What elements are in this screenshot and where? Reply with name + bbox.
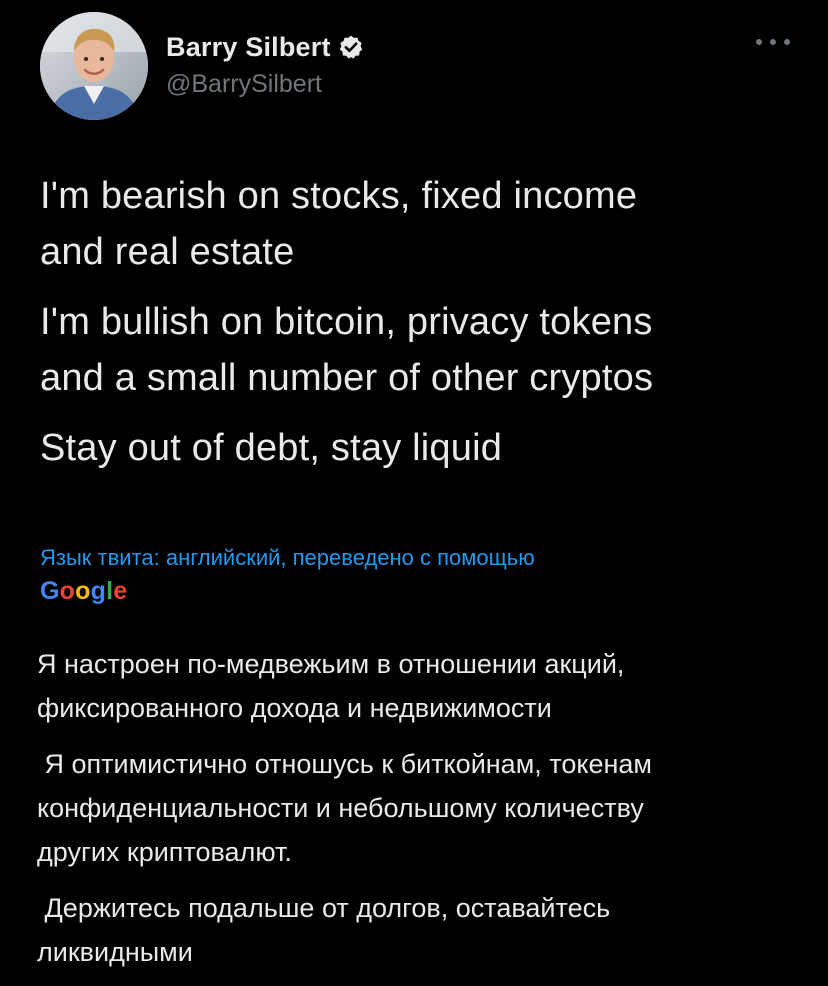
handle[interactable]: @BarrySilbert (166, 70, 364, 99)
google-logo-letter: G (40, 577, 60, 605)
more-dot (770, 39, 776, 45)
tweet-paragraph: I'm bearish on stocks, fixed income and … (40, 175, 638, 273)
google-logo-letter: o (75, 577, 91, 605)
author-names: Barry Silbert @BarrySilbert (166, 30, 364, 99)
profile-photo-icon (40, 12, 148, 120)
google-logo-letter: e (113, 577, 128, 605)
avatar[interactable] (40, 12, 148, 120)
translated-text: Я настроен по-медвежьим в отношении акци… (37, 642, 797, 986)
display-name[interactable]: Barry Silbert (166, 32, 331, 63)
tweet-paragraph: I'm bullish on bitcoin, privacy tokens a… (40, 301, 654, 399)
tweet-header: Barry Silbert @BarrySilbert (40, 12, 790, 122)
google-logo-letter: g (90, 577, 107, 605)
more-options-icon[interactable] (756, 34, 790, 50)
display-name-row: Barry Silbert (166, 30, 364, 64)
tweet-text: I'm bearish on stocks, fixed income and … (40, 168, 800, 490)
verified-badge-icon (338, 34, 364, 60)
translation-note[interactable]: Язык твита: английский, переведено с пом… (40, 544, 800, 606)
translated-paragraph: Держитесь подальше от долгов, оставайтес… (37, 893, 611, 967)
translation-label[interactable]: Язык твита: английский, переведено с пом… (40, 544, 800, 572)
more-dot (784, 39, 790, 45)
google-logo: Google (40, 576, 800, 606)
tweet-paragraph: Stay out of debt, stay liquid (40, 427, 503, 469)
translated-paragraph: Я оптимистично отношусь к биткойнам, ток… (37, 749, 652, 867)
more-dot (756, 39, 762, 45)
translated-paragraph: Я настроен по-медвежьим в отношении акци… (37, 649, 625, 723)
google-logo-letter: o (59, 577, 76, 605)
